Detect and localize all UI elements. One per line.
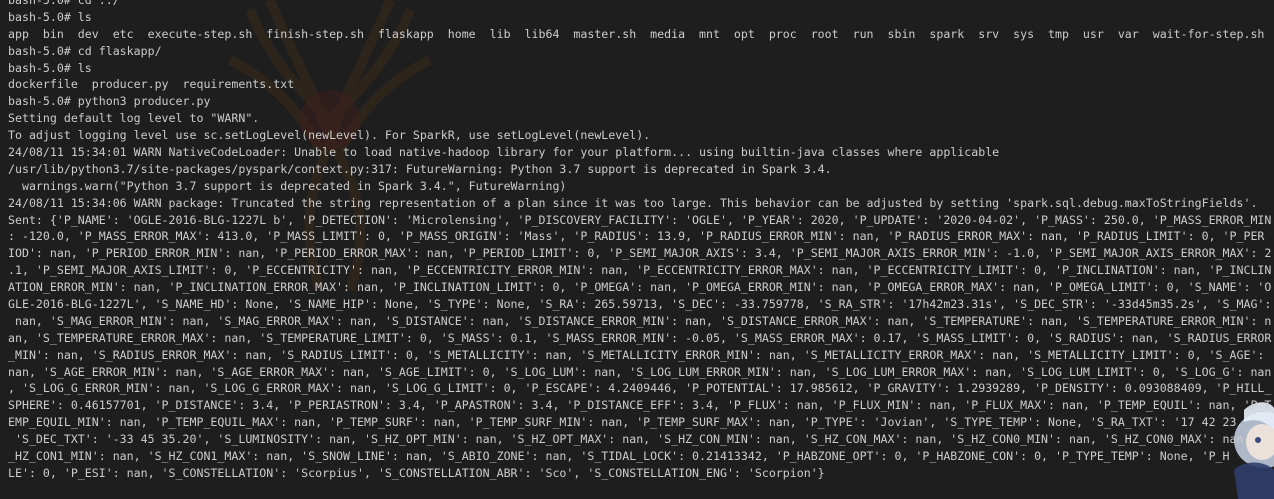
terminal-line: EMP_EQUIL_MIN': nan, 'P_TEMP_EQUIL_MAX':… — [8, 415, 1244, 430]
terminal-line: bash-5.0# ls — [8, 9, 92, 24]
terminal-line: nan, 'S_AGE_ERROR_MIN': nan, 'S_AGE_ERRO… — [8, 364, 1272, 379]
terminal-line: bash-5.0# cd flaskapp/ — [8, 43, 162, 58]
terminal-line: .1, 'P_SEMI_MAJOR_AXIS_LIMIT': 0, 'P_ECC… — [8, 263, 1272, 278]
terminal-line: app bin dev etc execute-step.sh finish-s… — [8, 26, 1265, 41]
terminal-line: Setting default log level to "WARN". — [8, 111, 260, 126]
terminal-line: bash-5.0# python3 producer.py — [8, 94, 211, 109]
terminal-line: IOD': nan, 'P_PERIOD_ERROR_MIN': nan, 'P… — [8, 246, 1272, 261]
terminal-line: GLE-2016-BLG-1227L', 'S_NAME_HD': None, … — [8, 297, 1272, 312]
terminal-line: To adjust logging level use sc.setLogLev… — [8, 128, 651, 143]
terminal-line: warnings.warn("Python 3.7 support is dep… — [8, 178, 567, 193]
terminal-line: dockerfile producer.py requirements.txt — [8, 77, 295, 92]
terminal-line: /usr/lib/python3.7/site-packages/pyspark… — [8, 161, 832, 176]
terminal-line: _MIN': nan, 'S_RADIUS_ERROR_MAX': nan, '… — [8, 347, 1265, 362]
terminal-line: nan, 'S_MAG_ERROR_MIN': nan, 'S_MAG_ERRO… — [8, 313, 1272, 328]
terminal-line: bash-5.0# ls — [8, 60, 92, 75]
terminal-line: 24/08/11 15:34:06 WARN package: Truncate… — [8, 195, 1258, 210]
terminal-line: 'S_DEC_TXT': '-33 45 35.20', 'S_LUMINOSI… — [8, 432, 1244, 447]
terminal-line: an, 'S_TEMPERATURE_ERROR_MAX': nan, 'S_T… — [8, 330, 1272, 345]
terminal-line: Sent: {'P_NAME': 'OGLE-2016-BLG-1227L b'… — [8, 212, 1272, 227]
terminal-line: _HZ_CON1_MIN': nan, 'S_HZ_CON1_MAX': nan… — [8, 449, 1230, 464]
terminal-line: SPHERE': 0.46157701, 'P_DISTANCE': 3.4, … — [8, 398, 1272, 413]
terminal-line: ATION_ERROR_MIN': nan, 'P_INCLINATION_ER… — [8, 280, 1272, 295]
terminal-line: LE': 0, 'P_ESI': nan, 'S_CONSTELLATION':… — [8, 465, 825, 480]
terminal-line: : -120.0, 'P_MASS_ERROR_MAX': 413.0, 'P_… — [8, 229, 1265, 244]
terminal-line: 24/08/11 15:34:01 WARN NativeCodeLoader:… — [8, 145, 1000, 160]
terminal-output: bash-5.0# cd ../ bash-5.0# ls app bin dev … — [8, 0, 1271, 482]
terminal-panel[interactable]: bash-5.0# cd ../ bash-5.0# ls app bin dev … — [0, 0, 1274, 499]
terminal-line: , 'S_LOG_G_ERROR_MIN': nan, 'S_LOG_G_ERR… — [8, 381, 1272, 396]
terminal-line: bash-5.0# cd ../ — [8, 0, 120, 7]
